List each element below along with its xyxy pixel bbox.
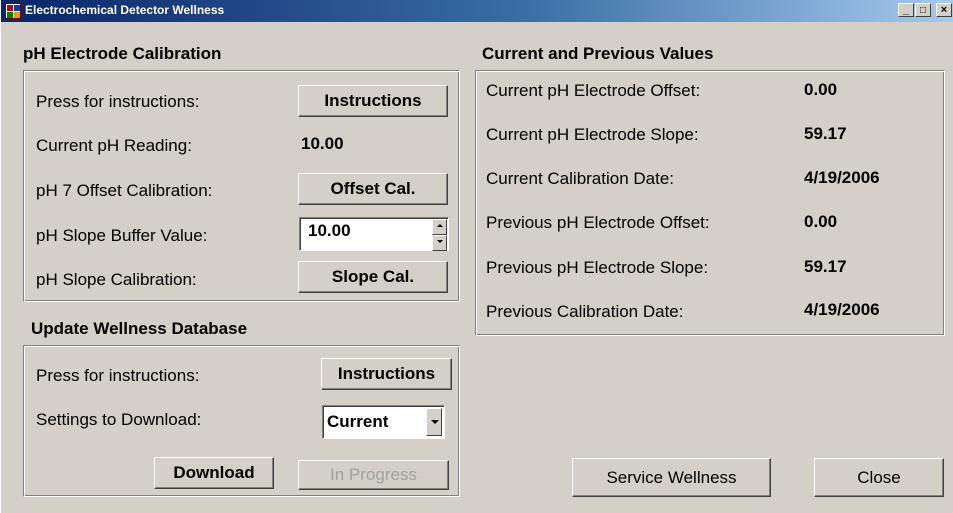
ph-calibration-title: pH Electrode Calibration [23, 44, 222, 63]
slope-buffer-spinner[interactable]: 10.00 [299, 217, 449, 251]
settings-select[interactable]: Current [322, 405, 445, 439]
db-instructions-button[interactable]: Instructions [321, 358, 452, 390]
current-offset-label: Current pH Electrode Offset: [486, 81, 701, 100]
offset-calibration-label: pH 7 Offset Calibration: [36, 181, 213, 200]
slope-buffer-value[interactable]: 10.00 [308, 221, 351, 241]
current-date-label: Current Calibration Date: [486, 169, 675, 188]
spin-up-button[interactable] [432, 219, 447, 235]
service-wellness-button[interactable]: Service Wellness [572, 458, 771, 497]
select-dropdown-button[interactable] [426, 408, 442, 436]
arrow-up-icon [437, 224, 443, 227]
minimize-button[interactable]: _ [898, 3, 914, 17]
previous-offset-value: 0.00 [804, 212, 838, 231]
slope-calibration-label: pH Slope Calibration: [36, 270, 197, 289]
update-db-title: Update Wellness Database [31, 319, 248, 338]
spin-down-button[interactable] [432, 235, 447, 251]
minimize-icon: _ [902, 4, 910, 16]
app-icon [5, 3, 21, 19]
slope-cal-button[interactable]: Slope Cal. [298, 261, 448, 293]
current-offset-value: 0.00 [804, 80, 838, 99]
ph-instructions-label: Press for instructions: [36, 92, 200, 111]
maximize-button[interactable]: □ [915, 3, 931, 17]
offset-cal-button[interactable]: Offset Cal. [298, 173, 448, 205]
maximize-icon: □ [919, 5, 927, 16]
slope-buffer-label: pH Slope Buffer Value: [36, 226, 208, 245]
current-ph-reading-value: 10.00 [301, 134, 344, 153]
db-instructions-label: Press for instructions: [36, 366, 200, 385]
previous-offset-label: Previous pH Electrode Offset: [486, 213, 710, 232]
previous-date-value: 4/19/2006 [804, 300, 880, 319]
current-previous-group [475, 70, 945, 336]
main-window: Electrochemical Detector Wellness _ □ × … [0, 0, 953, 513]
current-previous-title: Current and Previous Values [482, 44, 714, 63]
close-icon: × [940, 4, 948, 16]
close-window-button[interactable]: × [936, 3, 952, 17]
current-slope-value: 59.17 [804, 124, 847, 143]
settings-download-label: Settings to Download: [36, 410, 202, 429]
chevron-down-icon [431, 420, 439, 424]
download-button[interactable]: Download [154, 457, 274, 489]
in-progress-button: In Progress [298, 460, 449, 490]
close-button[interactable]: Close [814, 458, 944, 497]
previous-date-label: Previous Calibration Date: [486, 302, 684, 321]
current-ph-reading-label: Current pH Reading: [36, 136, 192, 155]
window-title: Electrochemical Detector Wellness [25, 3, 225, 17]
settings-selected-value: Current [327, 412, 389, 431]
current-date-value: 4/19/2006 [804, 168, 880, 187]
ph-instructions-button[interactable]: Instructions [298, 85, 448, 117]
previous-slope-label: Previous pH Electrode Slope: [486, 258, 709, 277]
current-slope-label: Current pH Electrode Slope: [486, 125, 699, 144]
title-bar[interactable]: Electrochemical Detector Wellness _ □ × [1, 0, 953, 22]
arrow-down-icon [437, 240, 443, 243]
spinner-arrows [432, 219, 447, 251]
previous-slope-value: 59.17 [804, 257, 847, 276]
